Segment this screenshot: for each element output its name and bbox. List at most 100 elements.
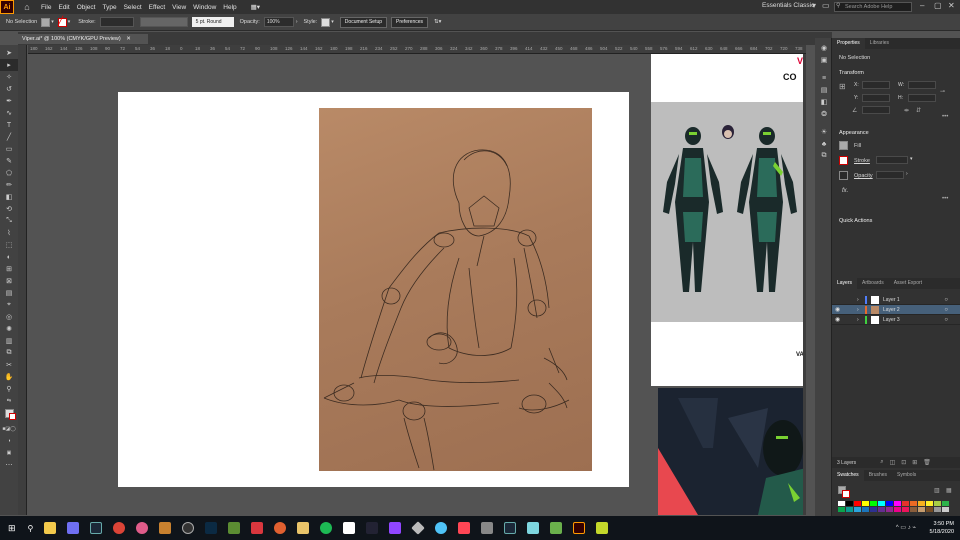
rectangle-tool-icon[interactable]: ▭ bbox=[0, 143, 18, 155]
shaper-tool-icon[interactable]: ⬠ bbox=[0, 167, 18, 179]
rotate-angle-icon[interactable]: ∠ bbox=[852, 107, 857, 114]
eraser-icon[interactable]: ◧ bbox=[0, 191, 18, 203]
color-swatch[interactable] bbox=[942, 501, 949, 506]
tab-swatches[interactable]: Swatches bbox=[832, 470, 864, 481]
stroke-weight-field[interactable] bbox=[99, 17, 134, 27]
reference-point-icon[interactable]: ⊞ bbox=[839, 82, 846, 91]
clock-app-icon[interactable] bbox=[182, 522, 195, 534]
column-graph-icon[interactable]: ▥ bbox=[0, 335, 18, 347]
symbol-sprayer-icon[interactable]: ✺ bbox=[0, 323, 18, 335]
fill-stroke-icon[interactable] bbox=[0, 407, 18, 420]
app-icon-yellow-green[interactable] bbox=[596, 522, 609, 534]
opacity-field[interactable]: 100% bbox=[263, 17, 294, 27]
zoom-icon[interactable]: ⚲ bbox=[0, 383, 18, 395]
eyedropper-icon[interactable]: ⌖ bbox=[0, 299, 18, 311]
photoshop-icon[interactable] bbox=[205, 522, 218, 534]
color-swatch[interactable] bbox=[926, 501, 933, 506]
steam-icon-2[interactable] bbox=[504, 522, 517, 534]
target-icon[interactable]: ○ bbox=[944, 317, 948, 323]
scale-icon[interactable]: ⤡ bbox=[0, 215, 18, 227]
preferences-button[interactable]: Preferences bbox=[391, 16, 429, 28]
links-panel-icon[interactable]: ⧉ bbox=[815, 150, 833, 162]
flip-vertical-icon[interactable]: ⇵ bbox=[916, 107, 921, 114]
opacity-swatch[interactable] bbox=[839, 171, 848, 180]
expand-layer-icon[interactable]: › bbox=[857, 307, 865, 313]
target-icon[interactable]: ○ bbox=[944, 307, 948, 313]
layer-row[interactable]: ◉ › Layer 2 ○ bbox=[832, 305, 960, 315]
x-field[interactable] bbox=[862, 81, 890, 89]
windows-start-icon[interactable]: ⊞ bbox=[8, 523, 16, 534]
color-swatch[interactable] bbox=[854, 507, 861, 512]
app-icon-red[interactable] bbox=[251, 522, 264, 534]
magic-wand-icon[interactable]: ✧ bbox=[0, 71, 18, 83]
type-tool-icon[interactable]: T bbox=[0, 119, 18, 131]
opacity-property-field[interactable] bbox=[876, 171, 904, 179]
color-swatch[interactable] bbox=[934, 507, 941, 512]
chrome-icon[interactable] bbox=[113, 522, 126, 534]
color-swatch[interactable] bbox=[838, 507, 845, 512]
reference-image-splash[interactable] bbox=[658, 388, 806, 515]
color-guide-icon[interactable]: ▣ bbox=[815, 54, 833, 66]
layer-name[interactable]: Layer 3 bbox=[883, 317, 900, 323]
symbols-panel-icon[interactable]: ♣ bbox=[815, 138, 833, 150]
minimize-icon[interactable]: – bbox=[920, 1, 924, 10]
unity-icon[interactable] bbox=[343, 522, 356, 534]
appearance-stroke-swatch[interactable] bbox=[839, 156, 848, 165]
arrange-documents-icon[interactable]: ▦▾ bbox=[251, 3, 260, 11]
stroke-weight-property-field[interactable] bbox=[876, 156, 908, 164]
mesh-icon[interactable]: ⊠ bbox=[0, 275, 18, 287]
color-swatch[interactable] bbox=[862, 501, 869, 506]
stroke-weight-chevron-icon[interactable]: ▾ bbox=[910, 156, 913, 162]
expand-layer-icon[interactable]: › bbox=[857, 297, 865, 303]
tab-asset-export[interactable]: Asset Export bbox=[889, 278, 927, 289]
app-icon-grey[interactable] bbox=[481, 522, 494, 534]
color-swatch[interactable] bbox=[870, 501, 877, 506]
opacity-property-chevron-icon[interactable]: › bbox=[906, 171, 908, 177]
color-swatch[interactable] bbox=[934, 501, 941, 506]
pen-tool-icon[interactable]: ✒ bbox=[0, 95, 18, 107]
color-swatch[interactable] bbox=[854, 501, 861, 506]
taskbar-search-icon[interactable]: ⚲ bbox=[28, 524, 34, 533]
selection-tool-icon[interactable]: ➤ bbox=[0, 47, 18, 59]
menu-type[interactable]: Type bbox=[102, 4, 116, 11]
artboard-tool-icon[interactable]: ⧉ bbox=[0, 347, 18, 359]
fx-effects-icon[interactable]: fx. bbox=[842, 188, 848, 194]
tab-brushes[interactable]: Brushes bbox=[864, 470, 892, 481]
color-swatch[interactable] bbox=[902, 501, 909, 506]
visibility-eye-icon[interactable]: ◉ bbox=[835, 316, 847, 323]
app-icon-green[interactable] bbox=[550, 522, 563, 534]
color-swatch[interactable] bbox=[942, 507, 949, 512]
curvature-tool-icon[interactable]: ∿ bbox=[0, 107, 18, 119]
line-tool-icon[interactable]: ╱ bbox=[0, 131, 18, 143]
rotate-icon[interactable]: ⟲ bbox=[0, 203, 18, 215]
home-icon[interactable]: ⌂ bbox=[20, 0, 34, 14]
tab-libraries[interactable]: Libraries bbox=[865, 38, 894, 49]
delete-layer-icon[interactable]: 🗑 bbox=[923, 459, 931, 466]
mail-app-icon[interactable] bbox=[67, 522, 80, 534]
more-transform-options-icon[interactable]: ••• bbox=[942, 114, 948, 120]
workspace-chevron-icon[interactable]: ▾ bbox=[812, 1, 816, 10]
target-icon[interactable]: ○ bbox=[944, 297, 948, 303]
blend-icon[interactable]: ◎ bbox=[0, 311, 18, 323]
swap-colors-icon[interactable]: ⇆ bbox=[0, 395, 18, 407]
fill-swatch[interactable] bbox=[41, 17, 51, 27]
locate-object-icon[interactable]: ⌕ bbox=[880, 459, 883, 466]
app-icon-orange[interactable] bbox=[274, 522, 287, 534]
color-swatch[interactable] bbox=[878, 501, 885, 506]
warp-icon[interactable]: ⌇ bbox=[0, 227, 18, 239]
menu-effect[interactable]: Effect bbox=[149, 4, 166, 11]
app-icon-valorant[interactable] bbox=[458, 522, 471, 534]
current-fill-stroke-icon[interactable] bbox=[838, 486, 850, 498]
document-setup-button[interactable]: Document Setup bbox=[339, 16, 388, 28]
tab-properties[interactable]: Properties bbox=[832, 38, 865, 49]
brush-definition-select[interactable]: 5 pt. Round bbox=[191, 17, 234, 27]
perspective-grid-icon[interactable]: ⊞ bbox=[0, 263, 18, 275]
graphic-style-swatch[interactable] bbox=[321, 17, 331, 27]
graphic-styles-icon[interactable]: ☀ bbox=[815, 126, 833, 138]
color-swatch[interactable] bbox=[894, 507, 901, 512]
sketch-photo[interactable] bbox=[319, 108, 592, 471]
menu-file[interactable]: File bbox=[41, 4, 51, 11]
app-icon-yellow[interactable] bbox=[297, 522, 310, 534]
slice-icon[interactable]: ✂ bbox=[0, 359, 18, 371]
menu-help[interactable]: Help bbox=[223, 4, 236, 11]
